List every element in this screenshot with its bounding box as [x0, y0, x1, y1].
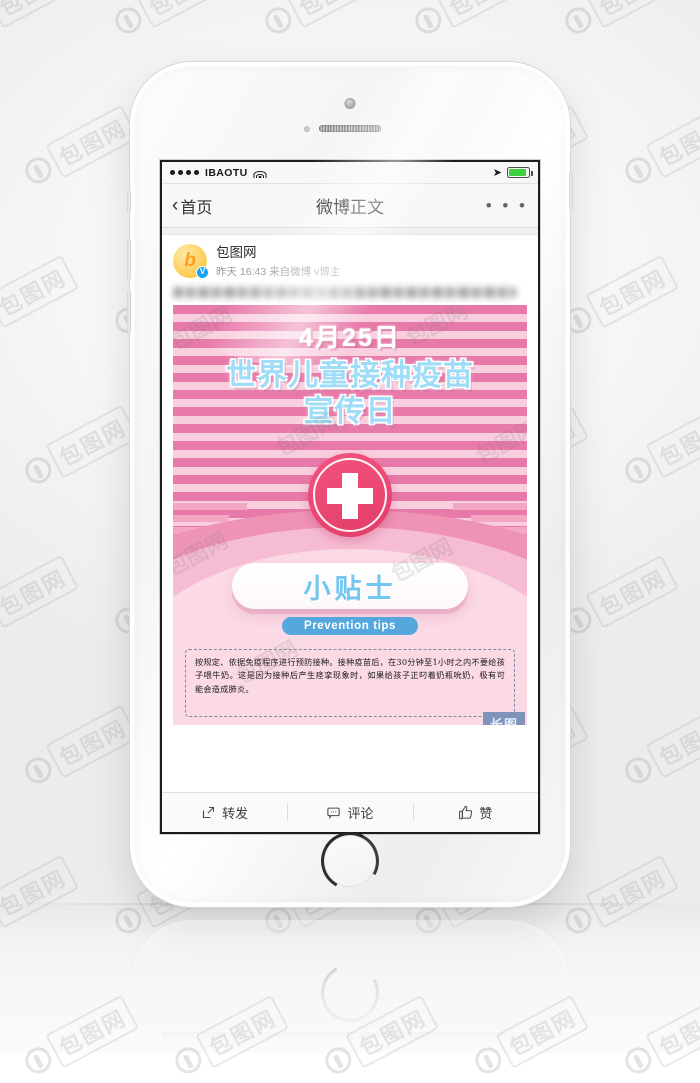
wing-stripe	[453, 503, 527, 510]
avatar[interactable]: b V	[173, 244, 209, 279]
status-bar: IBAOTU ➤	[162, 162, 538, 184]
tip-body-text: 按规定、依据免疫程序进行预防接种。接种疫苗后，在30分钟至1小时之内不要给孩子喂…	[195, 657, 505, 694]
poster-image[interactable]: 4月25日 世界儿童接种疫苗 宣传日 小贴士 Prevention tips 按…	[173, 305, 527, 725]
post-body-blurred	[162, 282, 538, 305]
silent-switch[interactable]	[127, 190, 131, 212]
tip-text-box: 按规定、依据免疫程序进行预防接种。接种疫苗后，在30分钟至1小时之内不要给孩子喂…	[185, 649, 515, 717]
phone-device: IBAOTU ➤ ‹ 首页 微博正文 • • • b V 包图网 昨天 16:4…	[127, 62, 573, 907]
thumbs-up-icon	[459, 805, 473, 820]
wifi-icon	[253, 167, 267, 178]
share-icon	[203, 806, 215, 819]
reflection-body	[130, 920, 570, 1053]
verified-badge-icon: V	[196, 266, 209, 279]
poster-title-block: 4月25日 世界儿童接种疫苗 宣传日	[173, 318, 527, 430]
back-button-label: 首页	[180, 199, 213, 217]
front-camera-icon	[344, 98, 356, 109]
comment-button[interactable]: 评论	[287, 793, 412, 832]
comment-label: 评论	[347, 806, 374, 821]
volume-down-button[interactable]	[127, 290, 131, 332]
avatar-letter: b	[184, 250, 196, 271]
power-button[interactable]	[569, 172, 573, 210]
reflection-home-button	[324, 967, 376, 1019]
phone-screen: IBAOTU ➤ ‹ 首页 微博正文 • • • b V 包图网 昨天 16:4…	[162, 162, 538, 832]
wing-stripe	[173, 503, 247, 510]
phone-reflection	[130, 920, 570, 1053]
share-button[interactable]: 转发	[162, 793, 287, 832]
tips-label: 小贴士	[303, 573, 397, 604]
like-label: 赞	[479, 806, 493, 821]
medical-cross-icon	[308, 453, 392, 537]
more-options-button[interactable]: • • •	[486, 196, 528, 216]
carrier-label: IBAOTU	[205, 166, 248, 179]
volume-up-button[interactable]	[127, 238, 131, 280]
battery-icon	[507, 167, 533, 178]
like-button[interactable]: 赞	[412, 793, 538, 832]
tips-pill: 小贴士	[232, 563, 468, 609]
long-image-badge: 长图	[482, 712, 525, 725]
signal-strength-icon	[170, 170, 199, 175]
username-label[interactable]: 包图网	[216, 244, 340, 261]
blurred-text-line	[173, 287, 517, 298]
chevron-left-icon: ‹	[172, 195, 179, 216]
share-label: 转发	[222, 806, 249, 821]
poster-headline-line1: 世界儿童接种疫苗	[226, 359, 474, 392]
post-meta-label: 昨天 16:43 来自微博 v博主	[216, 266, 341, 278]
location-arrow-icon: ➤	[492, 167, 502, 179]
proximity-sensor-icon	[304, 126, 310, 132]
post-content-area: b V 包图网 昨天 16:43 来自微博 v博主 4月25日 世界儿童接种疫苗…	[162, 228, 538, 832]
wing-stripe	[471, 515, 527, 522]
back-button[interactable]: ‹ 首页	[172, 194, 212, 218]
tips-label-en: Prevention tips	[281, 617, 419, 635]
earpiece-speaker	[319, 125, 381, 132]
poster-date: 4月25日	[299, 324, 401, 352]
poster-headline-line2: 宣传日	[303, 395, 397, 429]
action-bar: 转发 评论 赞	[162, 792, 538, 832]
content-top-spacer	[162, 228, 538, 235]
home-button[interactable]	[324, 835, 376, 887]
page-title: 微博正文	[316, 198, 384, 217]
wing-stripe	[173, 515, 229, 522]
navigation-bar: ‹ 首页 微博正文 • • •	[162, 184, 538, 228]
reflection-screen	[162, 1032, 538, 1053]
post-header: b V 包图网 昨天 16:43 来自微博 v博主	[162, 235, 538, 282]
comment-icon	[327, 807, 341, 820]
